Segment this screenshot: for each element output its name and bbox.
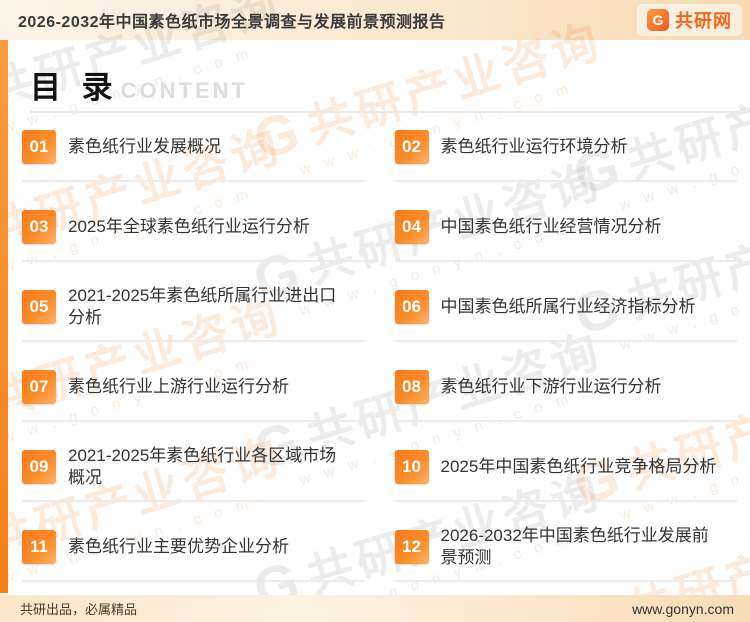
item-label: 2025年中国素色纸行业竞争格局分析 <box>440 456 717 476</box>
item-label: 中国素色纸行业经营情况分析 <box>440 216 662 236</box>
toc-content: 目 录 CONTENT 01 素色纸行业发展概况 02 素色纸行业运行环境分析 … <box>0 40 750 593</box>
item-number-badge: 01 <box>22 130 56 164</box>
brand-logo: G 共研网 <box>637 4 742 36</box>
toc-item-02: 02 素色纸行业运行环境分析 <box>394 118 737 198</box>
toc-item-10: 10 2025年中国素色纸行业竞争格局分析 <box>394 438 737 518</box>
toc-item-04: 04 中国素色纸行业经营情况分析 <box>394 198 737 278</box>
toc-item-11: 11 素色纸行业主要优势企业分析 <box>22 518 365 598</box>
footer-slogan: 共研出品，必属精品 <box>20 602 138 617</box>
item-number-badge: 10 <box>394 450 429 484</box>
item-number-badge: 04 <box>394 210 429 244</box>
item-label: 2025年全球素色纸行业运行分析 <box>68 216 310 236</box>
item-number-badge: 05 <box>22 290 56 324</box>
item-number-badge: 12 <box>394 530 429 564</box>
logo-g-icon: G <box>647 9 669 31</box>
report-title: 2026-2032年中国素色纸市场全景调查与发展前景预测报告 <box>18 14 446 31</box>
toc-item-12: 12 2026-2032年中国素色纸行业发展前景预测 <box>394 518 737 598</box>
toc-heading-zh: 目 录 <box>30 70 119 105</box>
report-toc-page: 2026-2032年中国素色纸市场全景调查与发展前景预测报告 G 共研网 G 共研… <box>0 0 750 622</box>
toc-item-05: 05 2021-2025年素色纸所属行业进出口分析 <box>22 278 365 358</box>
item-number-badge: 07 <box>22 370 56 404</box>
toc-item-07: 07 素色纸行业上游行业运行分析 <box>22 358 365 438</box>
item-label: 2026-2032年中国素色纸行业发展前景预测 <box>440 525 709 567</box>
item-label: 2021-2025年素色纸所属行业进出口分析 <box>68 285 337 327</box>
item-label: 2021-2025年素色纸行业各区域市场概况 <box>68 445 337 487</box>
item-number-badge: 03 <box>22 210 56 244</box>
item-number-badge: 11 <box>22 530 56 564</box>
footer-website: www.gonyn.com <box>632 600 734 617</box>
item-number-badge: 06 <box>394 290 429 324</box>
item-number-badge: 09 <box>22 450 56 484</box>
footer-bar: 共研出品，必属精品 www.gonyn.com <box>0 595 750 622</box>
toc-heading: 目 录 CONTENT <box>30 62 248 107</box>
toc-item-08: 08 素色纸行业下游行业运行分析 <box>394 358 737 438</box>
heading-divider <box>30 111 742 113</box>
item-label: 素色纸行业主要优势企业分析 <box>68 536 289 556</box>
item-label: 素色纸行业运行环境分析 <box>440 136 628 156</box>
toc-item-09: 09 2021-2025年素色纸行业各区域市场概况 <box>22 438 365 518</box>
item-label: 素色纸行业下游行业运行分析 <box>440 376 662 396</box>
item-label: 素色纸行业发展概况 <box>68 136 221 156</box>
toc-item-03: 03 2025年全球素色纸行业运行分析 <box>22 198 365 278</box>
toc-item-06: 06 中国素色纸所属行业经济指标分析 <box>394 278 737 358</box>
item-number-badge: 08 <box>394 370 429 404</box>
item-number-badge: 02 <box>394 130 429 164</box>
item-label: 素色纸行业上游行业运行分析 <box>68 376 289 396</box>
logo-text: 共研网 <box>675 11 732 31</box>
toc-grid: 01 素色纸行业发展概况 02 素色纸行业运行环境分析 03 2025年全球素色… <box>22 118 737 598</box>
toc-heading-en: CONTENT <box>120 78 248 103</box>
toc-item-01: 01 素色纸行业发展概况 <box>22 118 365 198</box>
item-label: 中国素色纸所属行业经济指标分析 <box>440 296 696 316</box>
